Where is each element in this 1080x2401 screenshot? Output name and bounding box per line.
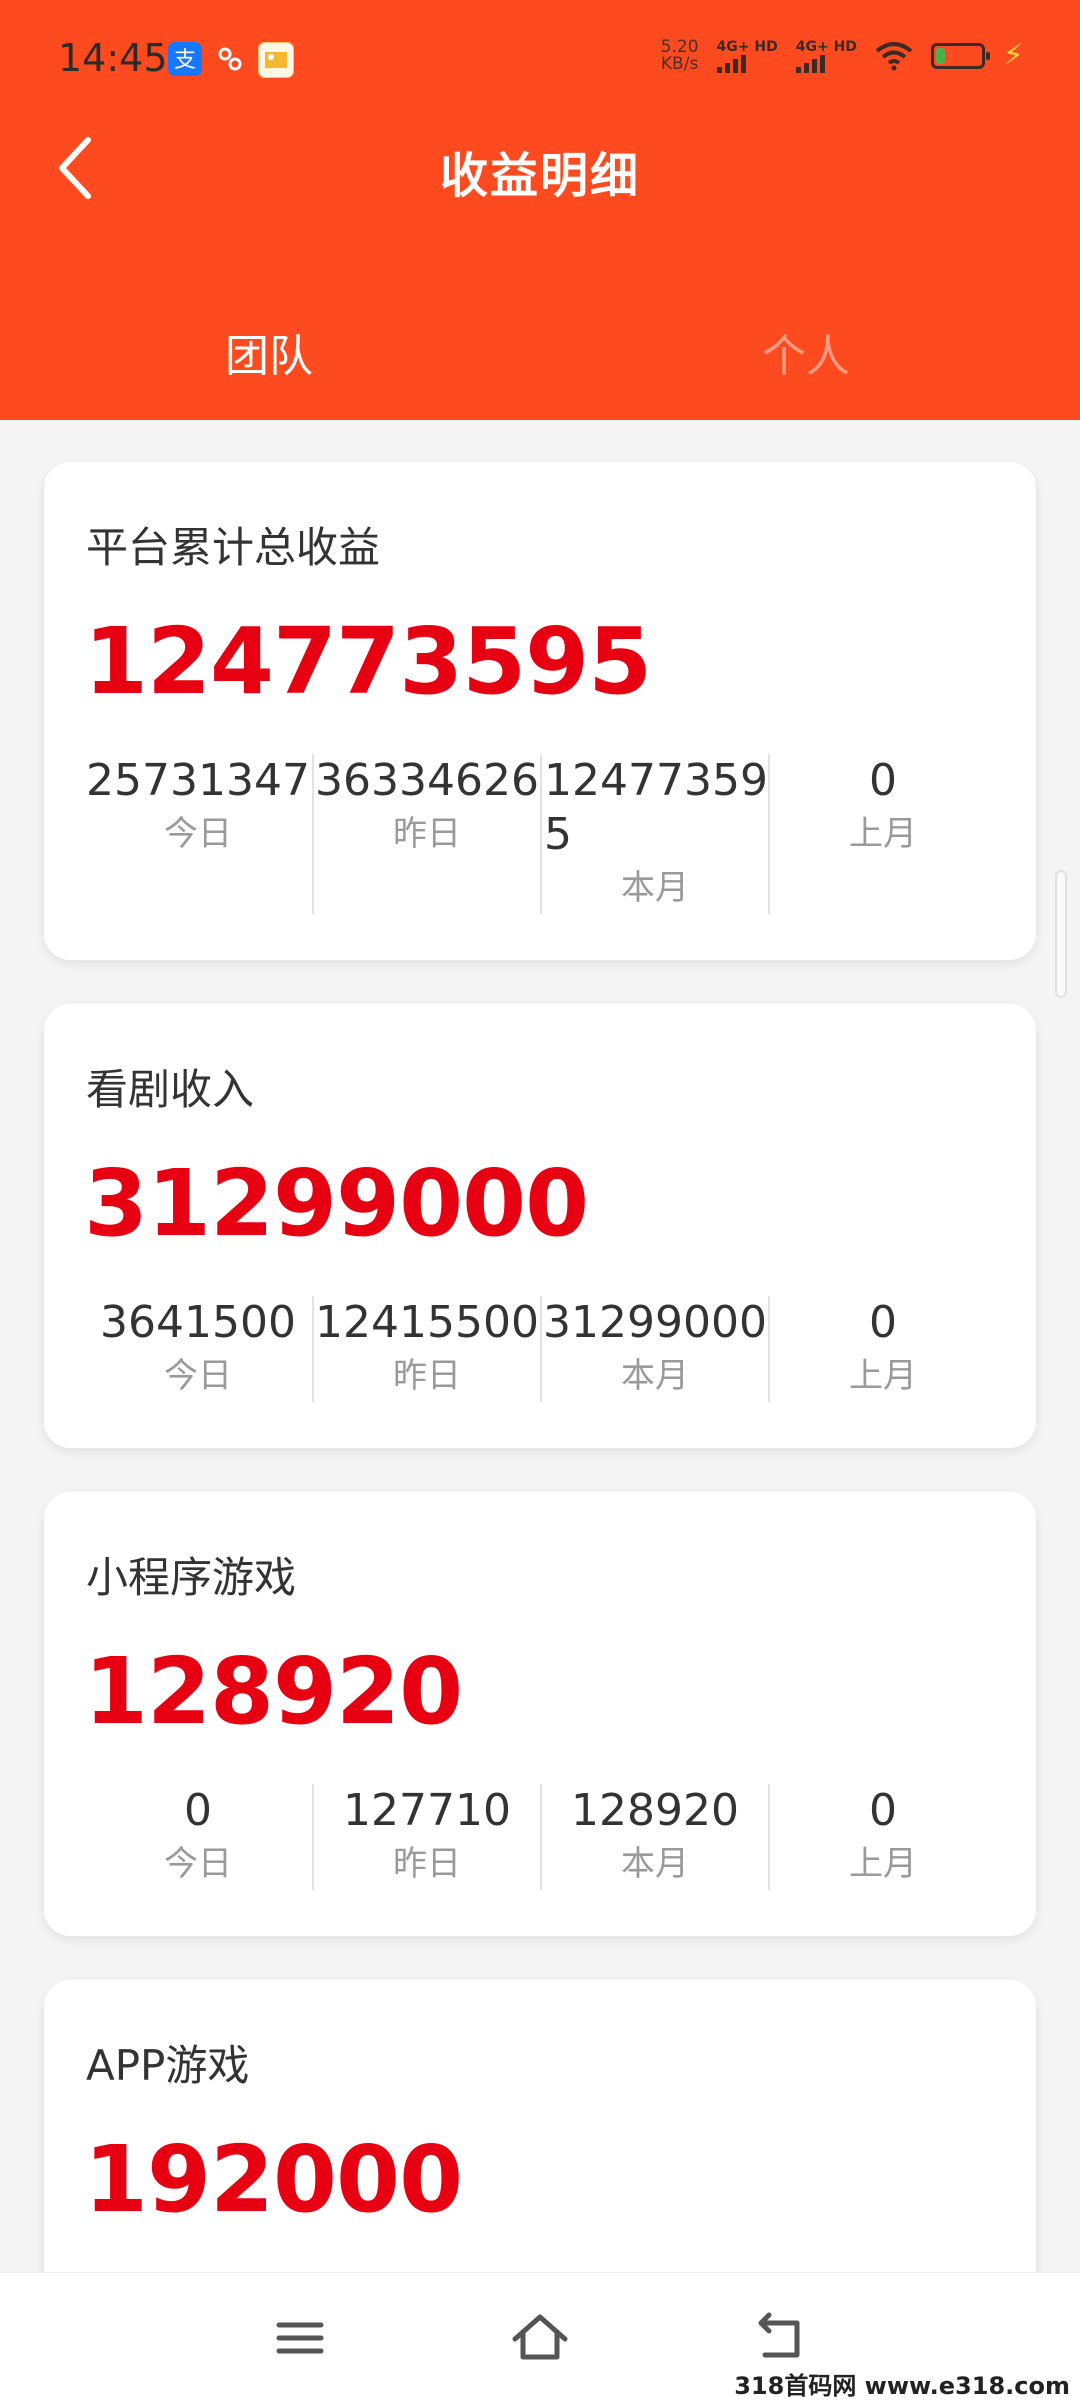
stat-yesterday: 127710 昨日	[312, 1784, 540, 1890]
earnings-card-platform-total: 平台累计总收益 124773595 25731347 今日 36334626 昨…	[44, 462, 1036, 960]
card-title: 平台累计总收益	[86, 523, 381, 572]
stat-value: 127710	[343, 1785, 511, 1836]
card-total-amount: 124773595	[84, 608, 652, 715]
stat-this-month: 124773595 本月	[540, 754, 768, 914]
stat-yesterday: 12415500 昨日	[312, 1296, 540, 1402]
stat-label: 本月	[621, 868, 689, 908]
stat-value: 31299000	[543, 1297, 767, 1348]
page-title: 收益明细	[439, 148, 640, 204]
earnings-card-app-games: APP游戏 192000	[44, 1980, 1036, 2320]
gallery-notification-icon	[258, 42, 294, 78]
card-title: 看剧收入	[86, 1065, 255, 1114]
network-speed-unit: KB/s	[660, 53, 699, 74]
stat-label: 本月	[621, 1844, 689, 1884]
stat-label: 上月	[849, 814, 917, 854]
charging-icon: ⚡	[1002, 38, 1024, 73]
stat-value: 0	[869, 1785, 897, 1836]
sim2-signal: 4G+ HD	[795, 38, 857, 73]
stat-value: 3641500	[100, 1297, 296, 1348]
back-arrow-icon	[758, 2312, 800, 2358]
stat-value: 0	[869, 755, 897, 806]
card-title: 小程序游戏	[86, 1553, 297, 1602]
status-bar: 14:45 支 5.20 KB/s 4G+ HD 4G+ HD ⚡	[0, 0, 1080, 120]
stats-row: 25731347 今日 36334626 昨日 124773595 本月 0 上…	[84, 754, 996, 914]
menu-icon	[276, 2322, 324, 2354]
card-total-amount: 192000	[84, 2126, 463, 2233]
card-title: APP游戏	[86, 2041, 250, 2090]
stat-today: 25731347 今日	[84, 754, 312, 914]
stat-label: 今日	[164, 814, 232, 854]
stat-last-month: 0 上月	[768, 754, 996, 914]
app-notification-icon	[213, 42, 247, 76]
stat-label: 昨日	[393, 1844, 461, 1884]
network-speed: 5.20 KB/s	[660, 36, 699, 74]
sim1-signal: 4G+ HD	[716, 38, 778, 73]
stat-label: 上月	[849, 1844, 917, 1884]
stat-label: 昨日	[393, 1356, 461, 1396]
stat-yesterday: 36334626 昨日	[312, 754, 540, 914]
stat-value: 124773595	[544, 755, 768, 860]
card-total-amount: 128920	[84, 1638, 463, 1745]
stat-label: 本月	[621, 1356, 689, 1396]
tab-team[interactable]: 团队	[225, 320, 313, 384]
stat-label: 昨日	[393, 814, 461, 854]
stats-row: 0 今日 127710 昨日 128920 本月 0 上月	[84, 1784, 996, 1890]
stats-row: 3641500 今日 12415500 昨日 31299000 本月 0 上月	[84, 1296, 996, 1402]
home-icon	[512, 2314, 568, 2360]
tab-personal[interactable]: 个人	[762, 320, 850, 384]
battery-icon	[930, 42, 990, 69]
battery-level	[935, 47, 945, 64]
alipay-icon: 支	[168, 42, 202, 76]
stat-value: 36334626	[315, 755, 539, 806]
stat-value: 0	[184, 1785, 212, 1836]
signal-bars-icon	[716, 54, 746, 73]
header: 14:45 支 5.20 KB/s 4G+ HD 4G+ HD ⚡ 收益明细 团…	[0, 0, 1080, 420]
menu-button[interactable]	[265, 2303, 335, 2373]
back-nav-button[interactable]	[745, 2303, 815, 2373]
earnings-card-mini-program-games: 小程序游戏 128920 0 今日 127710 昨日 128920 本月 0 …	[44, 1492, 1036, 1936]
svg-text:支: 支	[174, 48, 196, 73]
network-speed-value: 5.20	[660, 36, 699, 57]
wifi-icon	[875, 41, 913, 70]
stat-label: 今日	[164, 1844, 232, 1884]
signal-bars-icon	[795, 54, 825, 73]
card-total-amount: 31299000	[84, 1150, 589, 1257]
stat-last-month: 0 上月	[768, 1296, 996, 1402]
stat-label: 上月	[849, 1356, 917, 1396]
stat-today: 3641500 今日	[84, 1296, 312, 1402]
stat-today: 0 今日	[84, 1784, 312, 1890]
stat-label: 今日	[164, 1356, 232, 1396]
status-indicators: 5.20 KB/s 4G+ HD 4G+ HD ⚡	[661, 38, 1024, 73]
stat-value: 0	[869, 1297, 897, 1348]
stat-value: 128920	[571, 1785, 739, 1836]
stat-value: 25731347	[86, 755, 310, 806]
stat-this-month: 128920 本月	[540, 1784, 768, 1890]
sim1-label: 4G+ HD	[716, 38, 778, 55]
status-time: 14:45	[58, 36, 168, 80]
stat-last-month: 0 上月	[768, 1784, 996, 1890]
stat-value: 12415500	[315, 1297, 539, 1348]
earnings-card-drama: 看剧收入 31299000 3641500 今日 12415500 昨日 312…	[44, 1004, 1036, 1448]
sim2-label: 4G+ HD	[795, 38, 857, 55]
stat-this-month: 31299000 本月	[540, 1296, 768, 1402]
home-button[interactable]	[505, 2303, 575, 2373]
scrollbar[interactable]	[1055, 870, 1067, 998]
watermark: 318首码网 www.e318.com	[734, 2372, 1070, 2400]
